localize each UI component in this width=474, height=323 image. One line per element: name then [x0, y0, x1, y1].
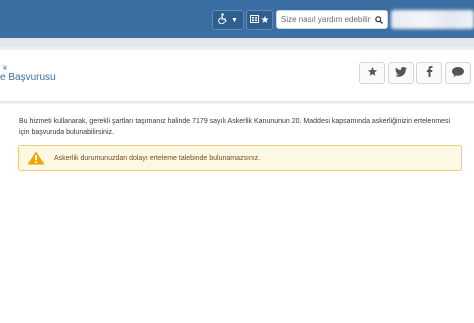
search-box [276, 10, 388, 29]
facebook-icon [426, 64, 433, 82]
star-icon [367, 64, 378, 82]
page-title: e Başvurusu [0, 72, 56, 83]
caret-down-icon: ▼ [231, 16, 238, 24]
top-navigation-bar: ▼ ★ [0, 0, 474, 38]
facebook-share-button[interactable] [416, 62, 442, 84]
comment-button[interactable] [445, 62, 471, 84]
search-icon[interactable] [371, 11, 387, 28]
secondary-bar [0, 38, 474, 47]
accessibility-menu-button[interactable]: ▼ [212, 10, 244, 30]
comment-icon [452, 64, 464, 82]
favorite-button[interactable] [359, 62, 385, 84]
warning-alert: Askerlik durumunuzdan dolayı erteleme ta… [18, 145, 462, 171]
user-account-area[interactable] [391, 10, 474, 29]
twitter-share-button[interactable] [388, 62, 414, 84]
twitter-icon [395, 64, 407, 82]
service-logo-icon: ❦ [2, 65, 8, 72]
search-input[interactable] [277, 11, 371, 28]
accessibility-icon [218, 13, 228, 27]
tools-button[interactable]: ★ [246, 10, 273, 30]
star-icon: ★ [260, 14, 270, 26]
service-description: Bu hizmeti kullanarak, gerekli şartları … [19, 118, 451, 136]
grid-icon [249, 14, 259, 26]
warning-icon [27, 151, 45, 165]
alert-message: Askerlik durumunuzdan dolayı erteleme ta… [54, 154, 261, 162]
